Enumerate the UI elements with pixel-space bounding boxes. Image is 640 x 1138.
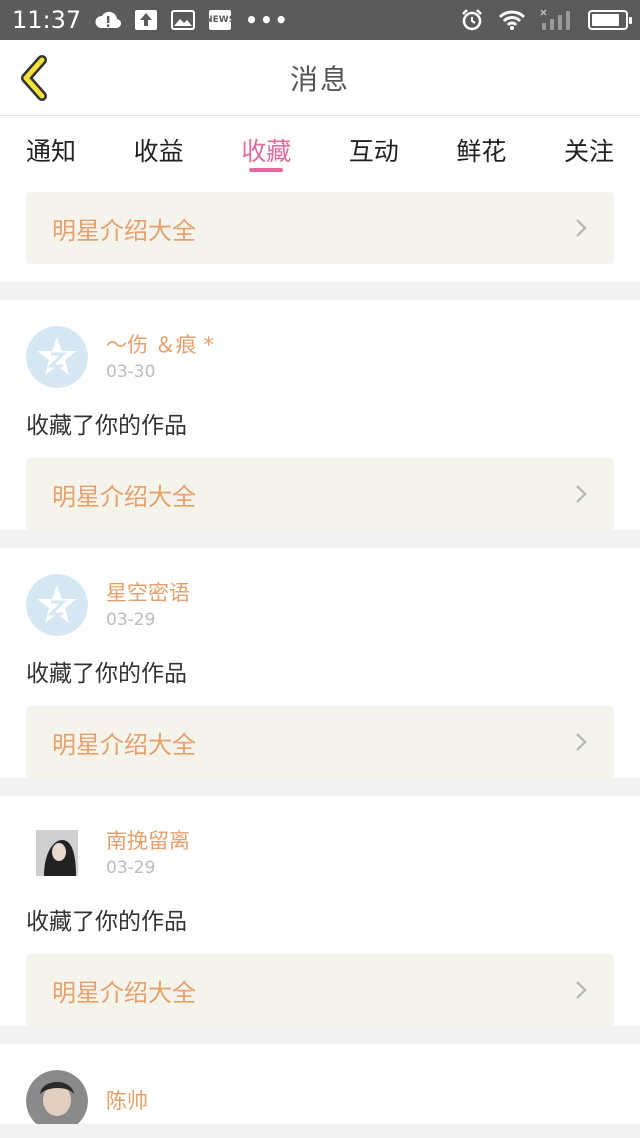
user-row: 陈帅 [26, 1044, 614, 1124]
notification-date: 03-29 [106, 610, 156, 630]
default-avatar[interactable] [26, 574, 88, 636]
page-title: 消息 [289, 62, 350, 96]
chevron-left-icon [21, 55, 47, 101]
battery-level [592, 14, 619, 26]
status-bar: 11:37 NEWS ••• [0, 0, 640, 40]
tab-bar: 通知 收益 收藏 互动 鲜花 关注 [0, 116, 640, 184]
user-name[interactable]: 陈帅 [106, 1088, 148, 1114]
news-icon: NEWS [205, 10, 235, 30]
notification-card: ～伤 ＆痕 * 03-30 收藏了你的作品 明星介绍大全 [0, 300, 640, 530]
signal-icon [540, 9, 574, 31]
tab-interactions[interactable]: 互动 [349, 116, 399, 184]
notification-date: 03-30 [106, 362, 156, 382]
work-link[interactable]: 明星介绍大全 [26, 954, 614, 1026]
header: 消息 [0, 40, 640, 116]
notification-card: 星空密语 03-29 收藏了你的作品 明星介绍大全 [0, 548, 640, 778]
work-title: 明星介绍大全 [52, 730, 196, 759]
back-button[interactable] [14, 54, 54, 102]
chevron-right-icon [576, 219, 587, 237]
alarm-icon [460, 8, 484, 32]
user-row: 星空密语 03-29 [26, 548, 614, 636]
user-name[interactable]: 星空密语 [106, 580, 190, 606]
clock: 11:37 [12, 6, 82, 34]
tab-favorites[interactable]: 收藏 [241, 116, 291, 184]
work-link[interactable]: 明星介绍大全 [26, 192, 614, 264]
work-title: 明星介绍大全 [52, 978, 196, 1007]
battery-icon [588, 10, 632, 30]
work-link[interactable]: 明星介绍大全 [26, 458, 614, 530]
user-row: ～伤 ＆痕 * 03-30 [26, 300, 614, 388]
notification-card: 陈帅 [0, 1044, 640, 1124]
work-title: 明星介绍大全 [52, 216, 196, 245]
work-link[interactable]: 明星介绍大全 [26, 706, 614, 778]
chevron-right-icon [576, 981, 587, 999]
notification-card: 南挽留离 03-29 收藏了你的作品 明星介绍大全 [0, 796, 640, 1026]
action-text: 收藏了你的作品 [26, 909, 187, 935]
cloud-alert-icon [95, 10, 122, 30]
chevron-right-icon [576, 733, 587, 751]
more-dots-icon: ••• [245, 8, 290, 32]
default-avatar[interactable] [26, 326, 88, 388]
user-name[interactable]: ～伤 ＆痕 * [106, 332, 214, 358]
notification-date: 03-29 [106, 858, 156, 878]
user-row: 南挽留离 03-29 [26, 796, 614, 884]
tab-follows[interactable]: 关注 [564, 116, 614, 184]
action-text: 收藏了你的作品 [26, 413, 187, 439]
chevron-right-icon [576, 485, 587, 503]
upload-icon [135, 10, 158, 30]
user-name[interactable]: 南挽留离 [106, 828, 190, 854]
wifi-icon [498, 9, 526, 31]
photo-avatar[interactable] [26, 1070, 88, 1124]
notification-card: 明星介绍大全 [0, 184, 640, 282]
tab-flowers[interactable]: 鲜花 [456, 116, 506, 184]
tab-earnings[interactable]: 收益 [134, 116, 184, 184]
image-icon [171, 10, 196, 30]
tab-notifications[interactable]: 通知 [26, 116, 76, 184]
photo-avatar[interactable] [26, 822, 88, 884]
action-text: 收藏了你的作品 [26, 661, 187, 687]
work-title: 明星介绍大全 [52, 482, 196, 511]
